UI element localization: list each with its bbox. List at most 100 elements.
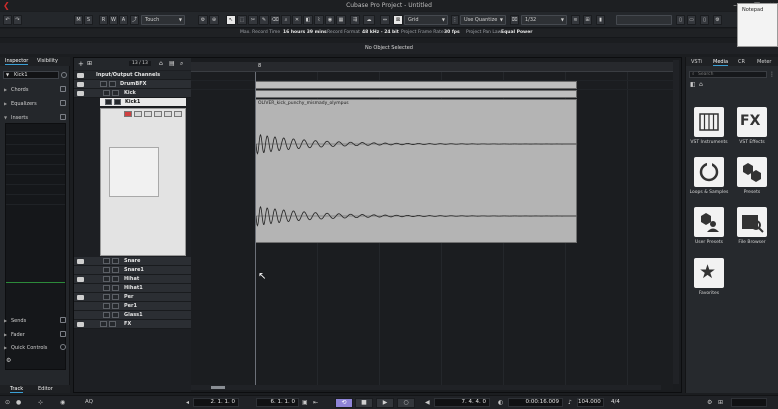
track-row[interactable]: Hihat [74, 275, 191, 284]
add-track-folder-icon[interactable]: ⊞ [87, 60, 92, 67]
presets-tile[interactable] [737, 157, 767, 187]
group-edit-icon[interactable]: ⊕ [209, 15, 219, 25]
automation-icon[interactable]: ⤴ [130, 15, 139, 25]
track-row[interactable]: DrumBFX [74, 80, 191, 89]
constrain-delay-icon[interactable]: ⚙ [198, 15, 208, 25]
solo-toggle[interactable] [109, 321, 116, 327]
performance-icon[interactable]: ⊙ [5, 399, 10, 406]
home-icon[interactable]: ⌂ [159, 60, 163, 67]
redo-icon[interactable]: ↷ [13, 15, 22, 25]
favorites-tile[interactable]: ★ [694, 258, 724, 288]
auto-quantize-label[interactable]: AQ [85, 399, 93, 405]
mute-toggle[interactable] [103, 294, 110, 300]
read-automation-button[interactable]: R [99, 15, 108, 25]
home-icon[interactable]: ⌂ [699, 81, 703, 88]
tab-editor[interactable]: Editor [38, 386, 53, 392]
solo-toggle[interactable] [112, 294, 119, 300]
track-search-icon[interactable]: ⌕ [180, 60, 183, 68]
lock-button[interactable] [154, 111, 162, 117]
mute-toggle[interactable] [105, 99, 112, 105]
folder-part[interactable] [255, 81, 577, 89]
track-row[interactable]: Kick [74, 89, 191, 98]
quantize-value-select[interactable]: 1/32 ▼ [521, 15, 567, 25]
monitor-button[interactable] [134, 111, 142, 117]
media-search-input[interactable]: ⌕ Search [689, 71, 767, 78]
track-row[interactable]: Hihat1 [74, 284, 191, 293]
vst-instruments-tile[interactable] [694, 107, 724, 137]
edit-channel-button[interactable] [144, 111, 152, 117]
solo-toggle[interactable] [112, 312, 119, 318]
mute-toggle[interactable] [103, 276, 110, 282]
folder-part[interactable] [255, 90, 577, 98]
tab-meter[interactable]: Meter [757, 59, 771, 65]
level-meter-icon[interactable]: ▮ [596, 15, 605, 25]
quantize-settings-icon[interactable]: ⊞ [583, 15, 592, 25]
record-mode-icon[interactable]: ● [16, 399, 21, 406]
tab-inspector[interactable]: Inspector [5, 58, 29, 65]
metronome-icon[interactable]: ◀ [425, 399, 430, 406]
pre-roll-icon[interactable]: ◉ [60, 399, 65, 406]
solo-toggle[interactable] [112, 276, 119, 282]
inspector-track-name[interactable]: ▼ Kick1 [3, 71, 59, 79]
tab-media[interactable]: Media [713, 59, 729, 66]
mute-toggle[interactable] [100, 81, 107, 87]
max-record-time-value[interactable]: 16 hours 39 mins [283, 30, 327, 35]
inspector-settings-icon[interactable]: ⚙ [6, 357, 13, 364]
position-bars-field[interactable]: 7. 4. 4. 0 [434, 398, 490, 407]
iq-icon[interactable]: ≋ [571, 15, 580, 25]
color-tool-icon[interactable]: ▦ [336, 15, 346, 25]
punch-in-icon[interactable]: ⇤ [313, 399, 318, 406]
file-browser-tile[interactable] [737, 207, 767, 237]
tab-visibility[interactable]: Visibility [37, 58, 58, 64]
solo-toggle[interactable] [112, 258, 119, 264]
right-zone-toggle-icon[interactable]: ▯ [700, 15, 709, 25]
sync-icon[interactable]: ⚙ [707, 399, 712, 406]
inspector-section-quick-controls[interactable]: ▶ Quick Controls [3, 344, 67, 352]
right-locator-field[interactable]: 6. 1. 1. 0 [256, 398, 299, 407]
horizontal-scrollbar[interactable] [191, 385, 661, 390]
comp-tool-icon[interactable]: ◧ [303, 15, 313, 25]
quantize-mode-select[interactable]: Use Quantize ▼ [460, 15, 506, 25]
left-locator-icon[interactable]: ◂ [186, 399, 189, 406]
pan-law-value[interactable]: Equal Power [501, 30, 532, 35]
mute-button[interactable]: M [74, 15, 83, 25]
snap-on-icon[interactable]: ⊠ [393, 15, 403, 25]
quantize-apply-icon[interactable]: ⌧ [510, 15, 519, 25]
solo-toggle[interactable] [109, 81, 116, 87]
time-signature[interactable]: 4/4 [611, 399, 620, 405]
automation-panel-button[interactable]: A [119, 15, 128, 25]
left-locator-field[interactable]: 2. 1. 1. 0 [193, 398, 239, 407]
record-format-value[interactable]: 48 kHz - 24 bit [362, 30, 399, 35]
split-tool-icon[interactable]: ✂ [248, 15, 258, 25]
range-tool-icon[interactable]: ⬚ [237, 15, 247, 25]
track-picture[interactable] [109, 147, 159, 197]
media-settings-icon[interactable]: ⋮ [769, 71, 775, 78]
automation-mode-select[interactable]: Touch ▼ [141, 15, 185, 25]
mute-tool-icon[interactable]: ✕ [292, 15, 302, 25]
quantize-preset-icon[interactable]: ⋮ [451, 15, 459, 25]
solo-toggle[interactable] [112, 285, 119, 291]
click-icon[interactable]: ♪ [568, 399, 572, 406]
position-time-field[interactable]: 0:00:16.009 [508, 398, 563, 407]
track-row[interactable]: Snare [74, 257, 191, 266]
snap-type-select[interactable]: Grid ▼ [404, 15, 448, 25]
left-zone-toggle-icon[interactable]: ▯ [676, 15, 685, 25]
timebase-button[interactable] [164, 111, 172, 117]
track-row[interactable]: Per1 [74, 302, 191, 311]
track-settings-icon[interactable] [61, 72, 67, 78]
back-icon[interactable]: ◧ [690, 81, 696, 88]
snap-toggle-icon[interactable]: ⇔ [380, 15, 390, 25]
frame-rate-value[interactable]: 30 fps [444, 30, 460, 35]
mute-toggle[interactable] [103, 90, 110, 96]
play-button[interactable]: ▶ [376, 398, 394, 408]
solo-toggle[interactable] [112, 267, 119, 273]
mute-toggle[interactable] [103, 267, 110, 273]
lock-icon[interactable]: ▣ [302, 399, 308, 406]
track-row[interactable]: Glass1 [74, 311, 191, 320]
lower-zone-toggle-icon[interactable]: ▭ [687, 15, 696, 25]
timeline-ruler[interactable]: 8 [191, 62, 673, 72]
solo-toggle[interactable] [112, 90, 119, 96]
solo-button[interactable]: S [84, 15, 93, 25]
mute-toggle[interactable] [100, 321, 107, 327]
undo-icon[interactable]: ↶ [3, 15, 12, 25]
